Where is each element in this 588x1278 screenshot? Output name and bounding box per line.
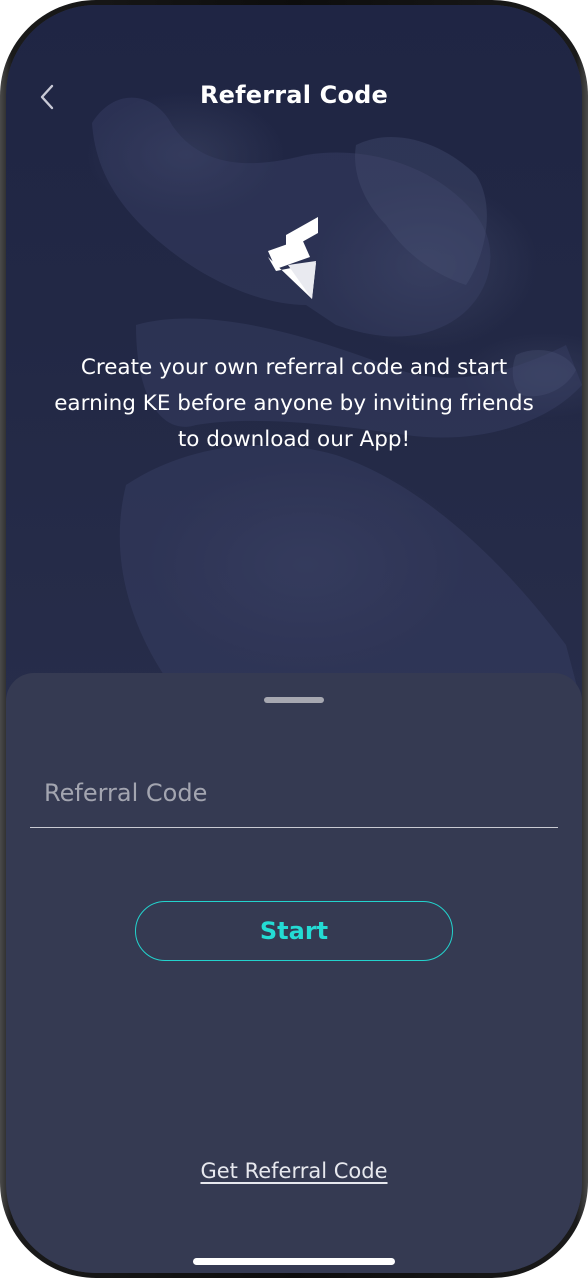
referral-code-field: [30, 763, 558, 828]
app-screen: Referral Code Create your own referral c…: [6, 5, 582, 1273]
sheet-grabber[interactable]: [264, 697, 324, 703]
intro-text: Create your own referral code and start …: [54, 355, 534, 452]
phone-frame: Referral Code Create your own referral c…: [0, 0, 588, 1278]
start-button[interactable]: Start: [135, 901, 453, 961]
home-indicator[interactable]: [193, 1258, 395, 1265]
page-title: Referral Code: [199, 81, 389, 109]
brand-logo-icon: [268, 217, 318, 299]
referral-code-input[interactable]: [30, 763, 558, 823]
bottom-sheet: Start Get Referral Code: [6, 673, 582, 1273]
get-referral-code-link[interactable]: Get Referral Code: [6, 1159, 582, 1183]
hero-section: Referral Code Create your own referral c…: [6, 5, 582, 705]
